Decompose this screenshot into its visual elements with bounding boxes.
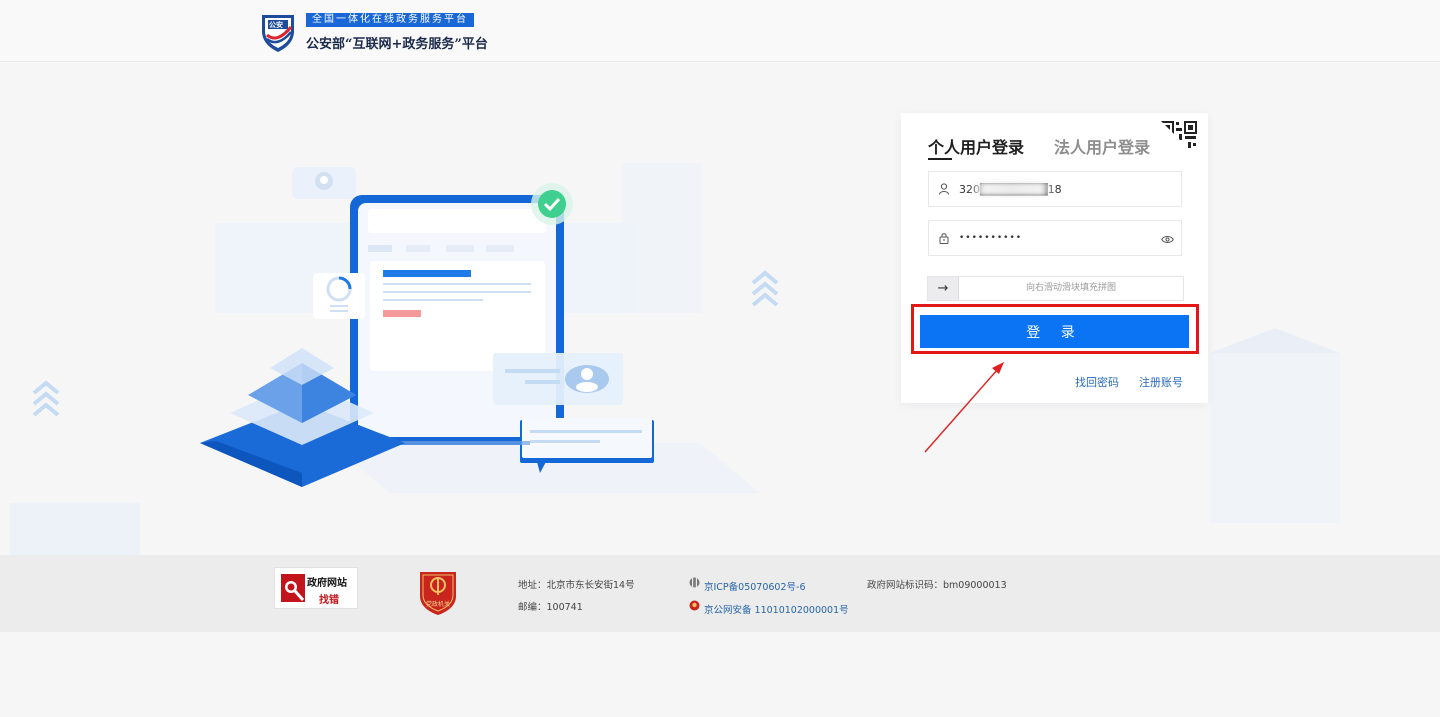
slider-hint: 向右滑动滑块填充拼图 bbox=[1025, 283, 1116, 293]
tab-personal-label: 个人用户登录 bbox=[928, 138, 1025, 157]
page-footer: 政府网站 找错 党政机关 地址：北京市东长安街14号 邮编：100741 京IC… bbox=[0, 555, 1440, 632]
user-icon bbox=[929, 171, 959, 207]
tab-active-underline bbox=[928, 158, 952, 160]
logo-platform-title: 全国一体化在线政务服务平台 bbox=[306, 13, 474, 27]
police-record-icon bbox=[689, 600, 700, 611]
logo-shield-text: 公安 bbox=[269, 21, 283, 29]
lock-icon bbox=[929, 220, 959, 256]
footer-address: 地址：北京市东长安街14号 bbox=[518, 580, 635, 591]
password-input[interactable] bbox=[959, 223, 1149, 253]
login-card: 个人用户登录 法人用户登录 320████████18 •••••••••• →… bbox=[901, 113, 1208, 403]
gov-badge-line1: 政府网站 bbox=[307, 578, 347, 589]
tab-legal-label: 法人用户登录 bbox=[1054, 138, 1151, 157]
icp-link[interactable]: 京ICP备05070602号-6 bbox=[704, 579, 806, 593]
police-record-link[interactable]: 京公网安备 11010102000001号 bbox=[704, 602, 849, 616]
username-field[interactable] bbox=[928, 171, 1182, 207]
gov-site-error-badge[interactable]: 政府网站 找错 bbox=[274, 567, 358, 609]
main-area: 个人用户登录 法人用户登录 320████████18 •••••••••• →… bbox=[0, 63, 1440, 555]
decorative-illustration bbox=[10, 163, 1340, 555]
eye-icon[interactable] bbox=[1159, 231, 1175, 247]
page-bottom-blank bbox=[0, 632, 1440, 717]
tab-legal-login[interactable]: 法人用户登录 bbox=[1054, 134, 1150, 158]
gov-badge-line2: 找错 bbox=[319, 595, 339, 606]
slider-handle[interactable]: → bbox=[928, 277, 959, 300]
party-emblem-icon bbox=[420, 572, 456, 615]
police-shield-icon bbox=[262, 15, 294, 52]
login-button[interactable]: 登 录 bbox=[920, 315, 1189, 348]
magnifier-icon bbox=[281, 574, 305, 602]
logo-ministry-title: 公安部“互联网+政务服务”平台 bbox=[306, 37, 488, 52]
page-header: 公安 全国一体化在线政务服务平台 公安部“互联网+政务服务”平台 bbox=[0, 0, 1440, 62]
tab-personal-login[interactable]: 个人用户登录 bbox=[928, 134, 1025, 160]
register-link[interactable]: 注册账号 bbox=[1139, 374, 1183, 390]
slider-captcha: → 向右滑动滑块填充拼图 bbox=[927, 276, 1184, 301]
footer-postcode: 邮编：100741 bbox=[518, 602, 583, 613]
qr-code-icon[interactable] bbox=[1159, 119, 1199, 159]
icp-icon bbox=[689, 577, 700, 588]
username-redaction bbox=[970, 182, 1055, 196]
find-password-link[interactable]: 找回密码 bbox=[1075, 374, 1119, 390]
footer-site-id: 政府网站标识码：bm09000013 bbox=[867, 580, 1007, 591]
password-field[interactable] bbox=[928, 220, 1182, 256]
site-logo[interactable]: 公安 全国一体化在线政务服务平台 公安部“互联网+政务服务”平台 bbox=[258, 11, 498, 53]
party-badge-label: 党政机关 bbox=[425, 601, 450, 608]
party-gov-badge[interactable]: 党政机关 bbox=[417, 568, 459, 616]
